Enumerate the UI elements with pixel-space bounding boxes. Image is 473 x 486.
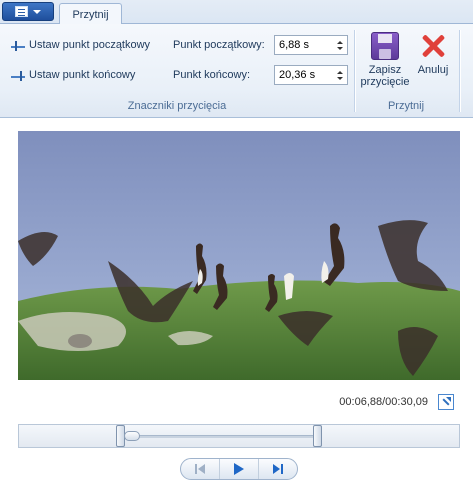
- cancel-button[interactable]: Anuluj: [412, 28, 454, 96]
- play-button[interactable]: [219, 459, 258, 479]
- start-point-stepper[interactable]: [274, 35, 348, 55]
- ribbon-tab-row: Przytnij: [0, 0, 473, 25]
- save-trim-label-2: przycięcie: [360, 76, 410, 88]
- trim-group-label: Przytnij: [387, 100, 425, 112]
- trim-end-handle[interactable]: [313, 425, 322, 447]
- trim-slider[interactable]: [18, 424, 460, 448]
- markers-group-label: Znaczniki przycięcia: [127, 100, 227, 112]
- group-divider: [354, 30, 355, 112]
- spin-up-icon[interactable]: [337, 40, 343, 44]
- playback-controls: [180, 458, 298, 480]
- end-point-label: Punkt końcowy:: [173, 69, 251, 81]
- set-start-point-button[interactable]: Ustaw punkt początkowy: [11, 34, 150, 56]
- end-marker-icon: [11, 69, 25, 81]
- trim-selected-range: [125, 435, 313, 438]
- next-frame-button[interactable]: [258, 459, 297, 479]
- start-marker-icon: [11, 39, 25, 51]
- video-preview[interactable]: [18, 131, 460, 380]
- start-point-label: Punkt początkowy:: [173, 39, 265, 51]
- app-menu-icon: [15, 6, 28, 17]
- cancel-icon: [419, 32, 447, 60]
- previous-frame-button[interactable]: [181, 459, 219, 479]
- video-frame: [18, 131, 460, 380]
- set-end-point-button[interactable]: Ustaw punkt końcowy: [11, 64, 135, 86]
- group-divider: [459, 30, 460, 112]
- tab-trim[interactable]: Przytnij: [59, 3, 122, 25]
- chevron-down-icon: [33, 9, 41, 14]
- expand-icon[interactable]: [438, 394, 454, 410]
- cancel-label: Anuluj: [417, 64, 449, 76]
- end-point-input[interactable]: [275, 66, 333, 84]
- play-icon: [234, 463, 244, 475]
- set-end-point-label: Ustaw punkt końcowy: [29, 69, 136, 81]
- app-menu-button[interactable]: [2, 2, 54, 21]
- save-trim-button[interactable]: Zapisz przycięcie: [360, 28, 410, 96]
- next-frame-icon: [273, 464, 283, 474]
- start-point-spin-arrows[interactable]: [333, 36, 347, 54]
- save-trim-label-1: Zapisz: [368, 64, 402, 76]
- spin-down-icon[interactable]: [337, 46, 343, 50]
- previous-frame-icon: [195, 464, 205, 474]
- playhead-handle[interactable]: [124, 431, 140, 441]
- save-icon: [371, 32, 399, 60]
- start-point-input[interactable]: [275, 36, 333, 54]
- spin-up-icon[interactable]: [337, 70, 343, 74]
- spin-down-icon[interactable]: [337, 76, 343, 80]
- time-readout: 00:06,88/00:30,09: [339, 396, 428, 408]
- end-point-stepper[interactable]: [274, 65, 348, 85]
- set-start-point-label: Ustaw punkt początkowy: [29, 39, 151, 51]
- end-point-spin-arrows[interactable]: [333, 66, 347, 84]
- ribbon-panel: Ustaw punkt początkowy Ustaw punkt końco…: [0, 24, 473, 118]
